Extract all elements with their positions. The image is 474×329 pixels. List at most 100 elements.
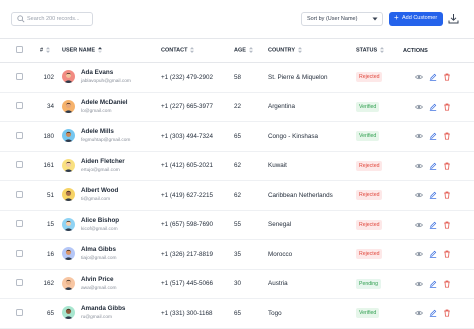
user-cell: Ada Evans jablavopuh@gmail.com	[62, 64, 161, 90]
delete-icon[interactable]	[443, 250, 451, 258]
contact-value: +1 (326) 217-8819	[161, 250, 213, 258]
table-row[interactable]: 34 Adele McDaniel lo@gmail.com +1 (227) …	[0, 92, 474, 122]
row-checkbox[interactable]	[16, 161, 23, 169]
avatar	[62, 276, 75, 290]
user-name[interactable]: Alma Gibbs	[81, 246, 116, 253]
avatar	[62, 99, 75, 113]
row-checkbox[interactable]	[16, 249, 23, 257]
delete-icon[interactable]	[443, 280, 451, 288]
user-cell: Adele McDaniel lo@gmail.com	[62, 94, 161, 120]
search-box[interactable]	[11, 12, 93, 26]
delete-icon[interactable]	[443, 132, 451, 140]
user-name[interactable]: Aiden Fletcher	[81, 158, 125, 165]
sort-icon[interactable]	[248, 47, 253, 54]
edit-icon[interactable]	[429, 162, 437, 170]
user-name[interactable]: Albert Wood	[81, 187, 118, 194]
column-index: #	[40, 47, 44, 54]
add-customer-button[interactable]: + Add Customer	[389, 12, 443, 26]
table-row[interactable]: 15 Alice Bishop kicof@gmail.com +1 (657)…	[0, 210, 474, 240]
search-input[interactable]	[27, 14, 91, 24]
row-checkbox[interactable]	[16, 220, 23, 228]
avatar	[62, 188, 75, 202]
avatar	[62, 158, 75, 172]
column-age: AGE	[234, 47, 246, 54]
age-value: 55	[234, 221, 242, 229]
view-icon[interactable]	[415, 162, 423, 170]
user-name[interactable]: Alvin Price	[81, 276, 114, 283]
country-value: Kuwait	[268, 162, 287, 170]
country-value: Congo - Kinshasa	[268, 132, 319, 140]
user-cell: Alma Gibbs tiajo@gmail.com	[62, 241, 161, 267]
row-index: 15	[46, 221, 54, 229]
status-badge: Pending	[356, 278, 382, 289]
row-checkbox[interactable]	[16, 190, 23, 198]
edit-icon[interactable]	[429, 280, 437, 288]
avatar	[62, 247, 75, 261]
view-icon[interactable]	[415, 132, 423, 140]
view-icon[interactable]	[415, 280, 423, 288]
customers-table: # USER NAME CONTACT AGE COUNTRY STATUS A…	[0, 38, 474, 329]
table-row[interactable]: 102 Ada Evans jablavopuh@gmail.com +1 (2…	[0, 62, 474, 93]
user-email: lo@gmail.com	[81, 108, 112, 114]
row-checkbox[interactable]	[16, 279, 23, 287]
user-email: ti@gmail.com	[81, 197, 111, 203]
row-index: 180	[43, 132, 54, 140]
user-name[interactable]: Adele Mills	[81, 128, 114, 135]
view-icon[interactable]	[415, 221, 423, 229]
country-value: Senegal	[268, 221, 292, 229]
status-badge: Rejected	[356, 249, 383, 260]
user-name[interactable]: Adele McDaniel	[81, 99, 128, 106]
sort-asc-icon[interactable]	[98, 47, 103, 54]
sort-select[interactable]: Sort by (User Name)	[301, 12, 383, 26]
row-index: 65	[46, 309, 54, 317]
delete-icon[interactable]	[443, 191, 451, 199]
edit-icon[interactable]	[429, 73, 437, 82]
row-checkbox[interactable]	[16, 72, 23, 80]
delete-icon[interactable]	[443, 309, 451, 317]
table-row[interactable]: 161 Aiden Fletcher ertujo@gmail.com +1 (…	[0, 151, 474, 181]
edit-icon[interactable]	[429, 103, 437, 111]
sort-icon[interactable]	[46, 47, 51, 54]
row-checkbox[interactable]	[16, 308, 23, 316]
table-row[interactable]: 51 Albert Wood ti@gmail.com +1 (419) 627…	[0, 180, 474, 211]
edit-icon[interactable]	[429, 221, 437, 229]
table-row[interactable]: 180 Adele Mills fegmuhtap@gmail.com +1 (…	[0, 121, 474, 152]
delete-icon[interactable]	[443, 221, 451, 229]
status-badge: Rejected	[356, 72, 383, 83]
country-value: Caribbean Netherlands	[268, 191, 333, 199]
sort-icon[interactable]	[380, 47, 385, 54]
table-row[interactable]: 162 Alvin Price awa@gmail.com +1 (517) 4…	[0, 269, 474, 299]
user-name[interactable]: Ada Evans	[81, 69, 113, 76]
view-icon[interactable]	[415, 250, 423, 258]
table-header-row: # USER NAME CONTACT AGE COUNTRY STATUS A…	[0, 38, 474, 63]
sort-icon[interactable]	[190, 47, 195, 54]
row-index: 16	[46, 250, 54, 258]
contact-value: +1 (331) 300-1168	[161, 309, 213, 317]
edit-icon[interactable]	[429, 191, 437, 200]
user-cell: Albert Wood ti@gmail.com	[62, 182, 161, 208]
table-row[interactable]: 65 Amanda Gibbs ru@gmail.com +1 (331) 30…	[0, 298, 474, 329]
avatar	[62, 70, 75, 84]
column-user-name: USER NAME	[62, 47, 96, 54]
view-icon[interactable]	[415, 309, 423, 317]
user-name[interactable]: Amanda Gibbs	[81, 305, 125, 312]
sort-icon[interactable]	[298, 47, 302, 54]
view-icon[interactable]	[415, 73, 423, 81]
contact-value: +1 (657) 598-7690	[161, 221, 213, 229]
row-checkbox[interactable]	[16, 102, 23, 110]
edit-icon[interactable]	[429, 309, 437, 318]
delete-icon[interactable]	[443, 103, 451, 111]
select-all-checkbox[interactable]	[16, 46, 23, 53]
view-icon[interactable]	[415, 191, 423, 199]
view-icon[interactable]	[415, 103, 423, 111]
user-cell: Alvin Price awa@gmail.com	[62, 271, 161, 297]
download-icon[interactable]	[448, 13, 459, 24]
edit-icon[interactable]	[429, 250, 437, 259]
edit-icon[interactable]	[429, 132, 437, 141]
user-name[interactable]: Alice Bishop	[81, 217, 119, 224]
table-row[interactable]: 16 Alma Gibbs tiajo@gmail.com +1 (326) 2…	[0, 239, 474, 270]
row-checkbox[interactable]	[16, 131, 23, 139]
sort-label: Sort by (User Name)	[307, 16, 358, 22]
delete-icon[interactable]	[443, 162, 451, 170]
delete-icon[interactable]	[443, 73, 451, 81]
